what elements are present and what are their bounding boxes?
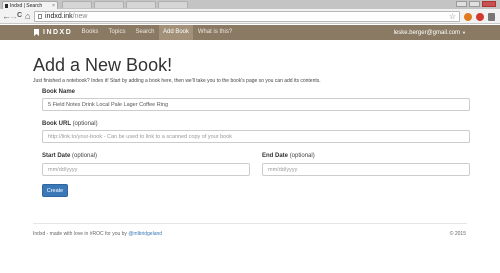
extension-icon[interactable] — [476, 13, 484, 21]
browser-tab-inactive[interactable] — [62, 1, 92, 8]
url-host: indxd.ink — [45, 13, 73, 20]
browser-toolbar: ← → C ⌂ indxd.ink /new ☆ — [0, 9, 500, 24]
brand-name: INDXD — [43, 29, 73, 36]
start-date-label-text: Start Date — [42, 153, 71, 159]
footer-credit: Indxd - made with love in #ROC for you b… — [33, 231, 162, 237]
end-date-label: End Date (optional) — [262, 153, 315, 159]
browser-tab-inactive[interactable] — [94, 1, 124, 8]
page-icon — [38, 14, 42, 19]
start-date-input[interactable]: mm/dd/yyyy — [42, 163, 250, 176]
nav-search[interactable]: Search — [131, 25, 159, 40]
app-navbar: INDXD Books Topics Search Add Book What … — [0, 25, 500, 40]
book-url-label: Book URL (optional) — [42, 121, 98, 127]
create-button[interactable]: Create — [42, 184, 68, 197]
footer-divider — [33, 223, 467, 224]
bookmark-icon — [34, 29, 39, 36]
book-url-input[interactable]: http://link.to/your-book - Can be used t… — [42, 130, 470, 143]
favicon-icon — [5, 3, 8, 8]
extension-icon[interactable] — [464, 13, 472, 21]
start-date-optional: (optional) — [72, 153, 98, 159]
start-date-label: Start Date (optional) — [42, 153, 97, 159]
tab-close-icon[interactable]: × — [52, 3, 55, 9]
book-url-label-text: Book URL — [42, 121, 71, 127]
footer-copyright: © 2015 — [449, 231, 466, 237]
nav-topics[interactable]: Topics — [104, 25, 130, 40]
brand[interactable]: INDXD — [34, 25, 72, 40]
maximize-button[interactable] — [469, 1, 480, 7]
browser-tabstrip: Indxd | Search × — [0, 0, 500, 9]
user-email: leske.berger@gmail.com — [393, 30, 461, 36]
page-lead: Just finished a notebook? Index it! Star… — [33, 78, 321, 84]
footer-author-link[interactable]: @mlbridgeland — [128, 231, 162, 237]
book-name-input[interactable]: 5 Field Notes Drink Local Pale Lager Cof… — [42, 98, 470, 111]
browser-tab-inactive[interactable] — [158, 1, 188, 8]
address-bar[interactable]: indxd.ink /new ☆ — [34, 11, 460, 22]
reload-icon[interactable]: C — [17, 10, 22, 22]
user-menu[interactable]: leske.berger@gmail.com ▼ — [394, 25, 466, 40]
end-date-optional: (optional) — [289, 153, 315, 159]
menu-icon[interactable] — [488, 13, 495, 21]
end-date-input[interactable]: mm/dd/yyyy — [262, 163, 470, 176]
book-url-optional: (optional) — [72, 121, 98, 127]
home-icon[interactable]: ⌂ — [25, 10, 30, 22]
caret-down-icon: ▼ — [462, 30, 466, 35]
url-path: /new — [72, 13, 88, 20]
page-title: Add a New Book! — [33, 55, 173, 75]
browser-tab[interactable]: Indxd | Search × — [2, 1, 58, 9]
footer-text: Indxd - made with love in #ROC for you b… — [33, 231, 127, 237]
nav-books[interactable]: Books — [78, 25, 102, 40]
minimize-button[interactable] — [456, 1, 467, 7]
nav-what-is-this[interactable]: What is this? — [195, 25, 235, 40]
tab-title: Indxd | Search — [10, 2, 43, 9]
end-date-label-text: End Date — [262, 153, 289, 159]
bookmark-star-icon[interactable]: ☆ — [449, 12, 456, 22]
window-close-button[interactable] — [482, 1, 496, 7]
browser-tab-inactive[interactable] — [126, 1, 156, 8]
book-name-label: Book Name — [42, 89, 76, 95]
nav-add-book[interactable]: Add Book — [159, 25, 193, 40]
